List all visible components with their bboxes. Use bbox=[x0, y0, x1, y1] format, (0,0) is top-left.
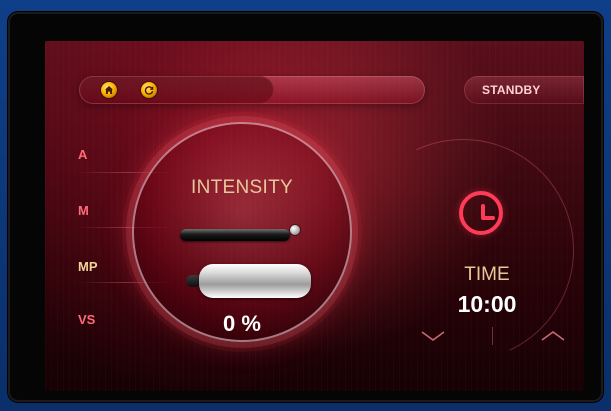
mode-vs[interactable]: VS bbox=[78, 307, 118, 331]
intensity-value: 0 % bbox=[223, 311, 261, 336]
mode-vs-label: VS bbox=[78, 311, 96, 327]
time-decrease-button[interactable] bbox=[420, 329, 446, 343]
clock-icon bbox=[459, 191, 503, 235]
time-increase-button[interactable] bbox=[540, 329, 566, 343]
time-arc bbox=[320, 107, 584, 391]
handpiece-2 bbox=[199, 264, 311, 298]
chevron-down-icon bbox=[421, 331, 445, 341]
time-label: TIME bbox=[464, 264, 510, 285]
mode-m-label: M bbox=[78, 202, 89, 218]
chevron-up-icon bbox=[541, 331, 565, 341]
mode-a-label: A bbox=[78, 146, 88, 162]
mode-a[interactable]: A bbox=[78, 142, 118, 166]
mode-mp-label: MP bbox=[78, 258, 98, 274]
screen: STANDBY A M MP VS INTENSITY 0 % TIME 10:… bbox=[45, 41, 584, 391]
status-label: STANDBY bbox=[482, 83, 541, 97]
intensity-title: INTENSITY bbox=[191, 177, 293, 198]
handpiece-1 bbox=[180, 225, 300, 241]
refresh-icon[interactable] bbox=[141, 82, 157, 98]
top-navigation-bar bbox=[79, 76, 425, 104]
clock-hand-minute bbox=[481, 216, 495, 220]
mode-mp[interactable]: MP bbox=[78, 254, 118, 278]
time-controls-separator bbox=[492, 327, 493, 345]
home-icon[interactable] bbox=[101, 82, 117, 98]
mode-m[interactable]: M bbox=[78, 198, 118, 222]
time-value: 10:00 bbox=[457, 291, 517, 317]
status-badge: STANDBY bbox=[464, 76, 584, 104]
device-frame: STANDBY A M MP VS INTENSITY 0 % TIME 10:… bbox=[8, 12, 603, 402]
